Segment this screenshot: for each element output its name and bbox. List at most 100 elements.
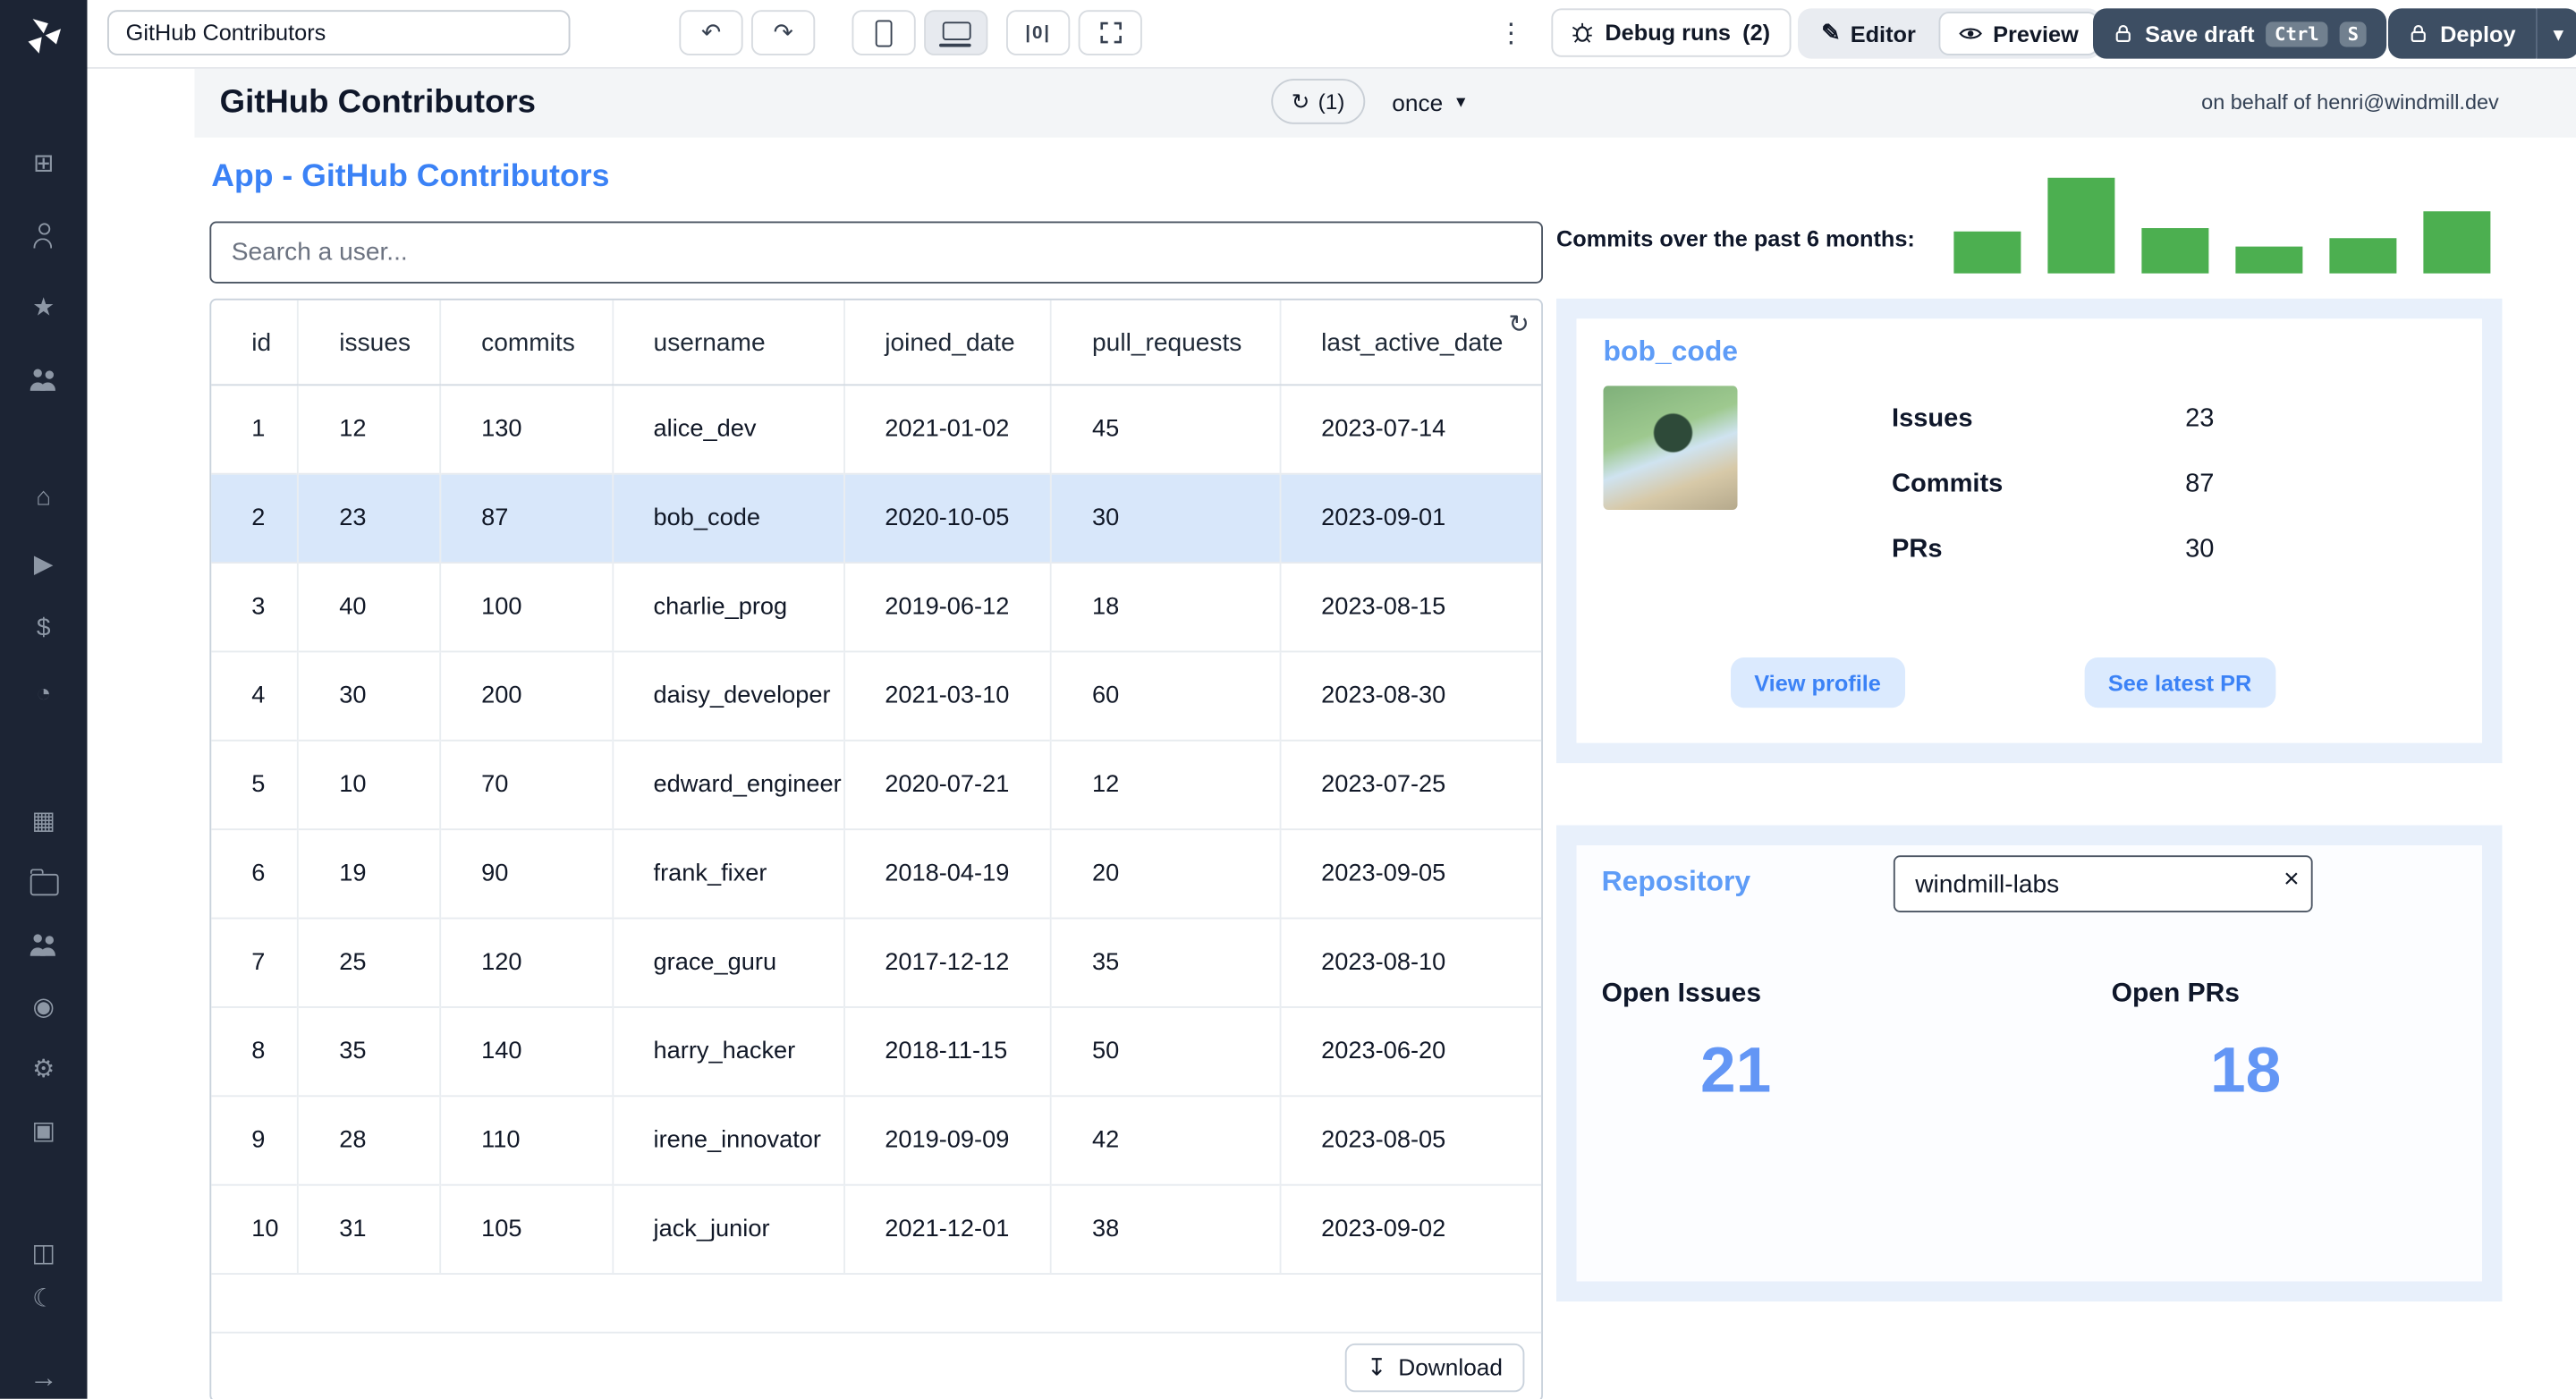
- stat-label: Commits: [1892, 469, 2004, 497]
- table-cell: 100: [440, 562, 614, 652]
- team-icon[interactable]: [0, 912, 88, 974]
- laptop-icon: [938, 21, 970, 47]
- table-cell: 2023-07-25: [1280, 739, 1542, 830]
- table-cell: 200: [440, 650, 614, 741]
- table-row[interactable]: 10 31 105 jack_junior 2021-12-01 38 2023-09-02: [211, 1183, 1542, 1274]
- table-row[interactable]: 7 25 120 grace_guru 2017-12-12 35 2023-08-10: [211, 917, 1542, 1007]
- table-row[interactable]: 5 10 70 edward_engineer 2020-07-21 12 2023-07-…: [211, 739, 1542, 830]
- refresh-count: (1): [1318, 89, 1345, 114]
- calculator-icon[interactable]: ⊞: [0, 126, 88, 199]
- user-card-username: bob_code: [1603, 335, 1739, 368]
- robot-icon[interactable]: ▣: [0, 1098, 88, 1160]
- app-title-input[interactable]: [107, 10, 571, 55]
- chart-bar: [2141, 228, 2209, 274]
- docs-icon: ◫: [31, 1238, 56, 1268]
- debug-runs-button[interactable]: Debug runs (2): [1551, 8, 1791, 57]
- table-cell: jack_junior: [612, 1183, 845, 1274]
- table-cell: 23: [298, 472, 442, 564]
- table-cell: 38: [1051, 1183, 1282, 1274]
- table-cell: 3: [211, 562, 300, 652]
- calendar-icon[interactable]: ▦: [0, 788, 88, 850]
- column-header-last_active_date: last_active_date: [1280, 300, 1542, 386]
- repo-stat-value: 21: [1699, 1036, 1772, 1107]
- view-profile-button[interactable]: View profile: [1731, 657, 1905, 708]
- kebab-icon: ⋮: [1497, 20, 1525, 49]
- table-cell: 130: [440, 384, 614, 474]
- docs-icon[interactable]: ◫: [0, 1229, 88, 1275]
- undo-button[interactable]: ↶: [679, 10, 743, 55]
- table-row[interactable]: 1 12 130 alice_dev 2021-01-02 45 2023-07-14: [211, 384, 1542, 474]
- collapse-sidebar-icon: →: [29, 1361, 58, 1394]
- table-refresh-button[interactable]: ↻: [1508, 309, 1530, 339]
- table-row[interactable]: 9 28 110 irene_innovator 2019-09-09 42 2023-08…: [211, 1095, 1542, 1185]
- deploy-icon: [2411, 25, 2426, 42]
- grid-align-button[interactable]: |0|: [1006, 10, 1071, 55]
- table-cell: 2023-08-30: [1280, 650, 1542, 741]
- table-row[interactable]: 3 40 100 charlie_prog 2019-06-12 18 2023-08-15: [211, 562, 1542, 652]
- folder-icon[interactable]: [0, 851, 88, 912]
- table-cell: 4: [211, 650, 300, 741]
- table-cell: 10: [298, 739, 442, 830]
- table-cell: 25: [298, 917, 442, 1007]
- user-card: bob_code Issues 23 Commits 87 PRs 30 View pro…: [1576, 318, 2482, 743]
- tab-editor[interactable]: ✎ Editor: [1801, 12, 1936, 55]
- calculator-icon: ⊞: [32, 148, 55, 177]
- table-cell: 7: [211, 917, 300, 1007]
- table-cell: harry_hacker: [612, 1006, 845, 1097]
- home-icon[interactable]: ⌂: [0, 464, 88, 530]
- save-draft-button[interactable]: Save draft Ctrl S: [2093, 8, 2387, 59]
- mode-toggle: ✎ Editor Preview: [1798, 8, 2103, 59]
- pie-chart-icon[interactable]: ◔: [0, 661, 88, 726]
- deploy-button[interactable]: Deploy: [2388, 8, 2537, 59]
- repo-stat-column: Open PRs 18: [2112, 979, 2414, 1108]
- mobile-view-button[interactable]: [852, 10, 916, 55]
- dollar-icon[interactable]: $: [0, 596, 88, 661]
- clear-repository-button[interactable]: ×: [2284, 866, 2300, 896]
- play-icon[interactable]: ▶: [0, 530, 88, 596]
- see-latest-pr-button[interactable]: See latest PR: [2084, 657, 2275, 708]
- table-row[interactable]: 6 19 90 frank_fixer 2018-04-19 20 2023-09-05: [211, 828, 1542, 919]
- user-icon[interactable]: [0, 198, 88, 270]
- repo-stat-column: Open Issues 21: [1602, 979, 1904, 1108]
- more-menu-button[interactable]: ⋮: [1493, 10, 1530, 57]
- table-cell: 45: [1051, 384, 1282, 474]
- table-row[interactable]: 2 23 87 bob_code 2020-10-05 30 2023-09-01: [211, 472, 1542, 564]
- repository-input[interactable]: [1893, 855, 2313, 912]
- redo-button[interactable]: ↷: [751, 10, 816, 55]
- user-card-container: bob_code Issues 23 Commits 87 PRs 30 View pro…: [1556, 298, 2503, 764]
- schedule-value: once: [1392, 88, 1444, 115]
- star-icon[interactable]: ★: [0, 270, 88, 343]
- desktop-view-button[interactable]: [924, 10, 988, 55]
- schedule-dropdown[interactable]: once ▾: [1392, 79, 1465, 124]
- eye-icon[interactable]: ◉: [0, 974, 88, 1036]
- pie-chart-icon: ◔: [36, 679, 52, 708]
- contributors-table: ↻ id issues commits username joined_date pull…: [209, 298, 1543, 1399]
- table-cell: 2023-07-14: [1280, 384, 1542, 474]
- tab-preview[interactable]: Preview: [1939, 12, 2099, 55]
- download-button[interactable]: ↧ Download: [1344, 1342, 1525, 1392]
- table-row[interactable]: 8 35 140 harry_hacker 2018-11-15 50 2023-06-20: [211, 1006, 1542, 1097]
- fullscreen-button[interactable]: [1078, 10, 1142, 55]
- app-header-title: GitHub Contributors: [219, 82, 537, 121]
- table-cell: charlie_prog: [612, 562, 845, 652]
- search-input[interactable]: [209, 221, 1543, 284]
- gear-icon[interactable]: ⚙: [0, 1037, 88, 1098]
- table-cell: 28: [298, 1095, 442, 1185]
- table-row[interactable]: 4 30 200 daisy_developer 2021-03-10 60 2023-08…: [211, 650, 1542, 741]
- dark-mode-icon[interactable]: ☾: [0, 1275, 88, 1320]
- users-icon[interactable]: [0, 343, 88, 415]
- collapse-sidebar-icon[interactable]: →: [0, 1355, 88, 1399]
- sidebar: ⊞ ★ ⌂ ▶ $ ◔ ▦ ◉ ⚙ ▣ ◫ ☾ →: [0, 0, 88, 1399]
- table-cell: 140: [440, 1006, 614, 1097]
- save-icon: [2115, 25, 2131, 42]
- grid-align-icon: |0|: [1025, 22, 1051, 43]
- windmill-logo-icon[interactable]: [0, 13, 88, 57]
- editor-toolbar: ↶ ↷ |0| ⋮ Debug runs (2) ✎ Editor: [87, 0, 2576, 69]
- stat-value: 87: [2185, 469, 2215, 497]
- chevron-down-icon: ▾: [1456, 92, 1466, 113]
- app-refresh-button[interactable]: ↻ (1): [1271, 79, 1365, 124]
- expand-icon: [1099, 21, 1122, 44]
- table-cell: 2023-09-05: [1280, 828, 1542, 919]
- table-cell: daisy_developer: [612, 650, 845, 741]
- deploy-dropdown-button[interactable]: ▾: [2536, 8, 2576, 59]
